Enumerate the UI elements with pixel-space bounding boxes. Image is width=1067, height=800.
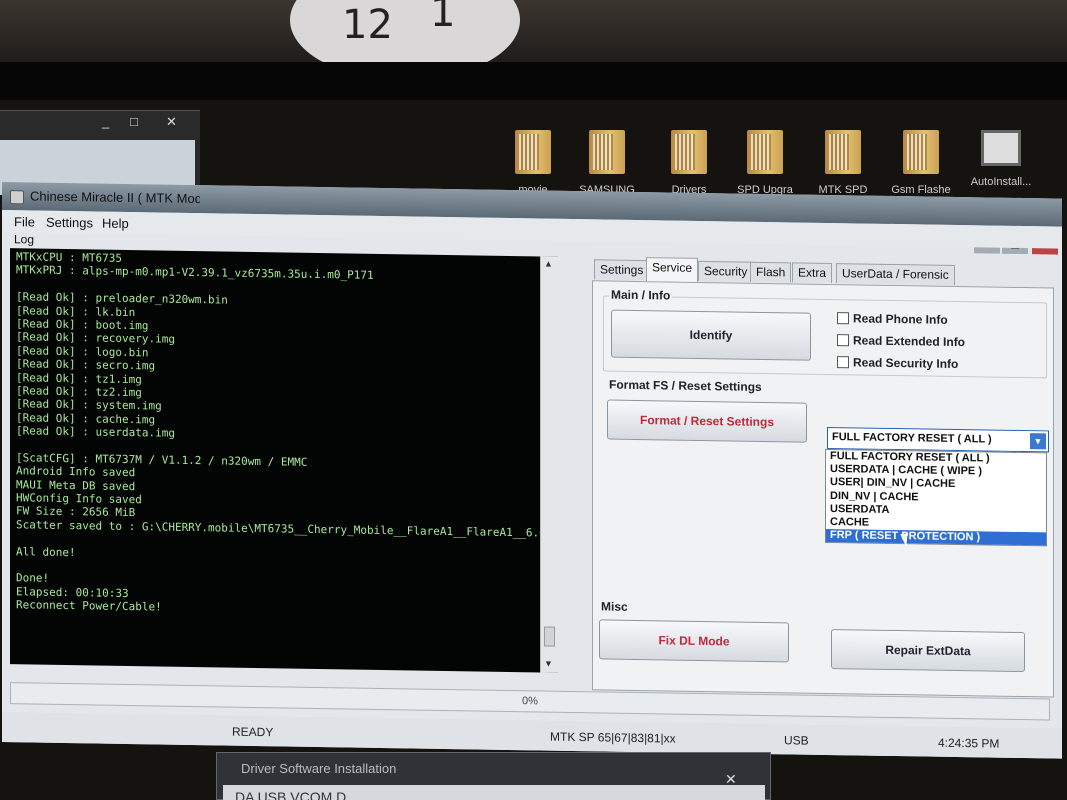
checkbox-box[interactable] [837,334,849,347]
read-security-info-checkbox[interactable]: Read Security Info [837,355,958,371]
checkbox-label: Read Security Info [853,355,959,372]
desktop-icon-label: Gsm Flashe [891,184,951,196]
app-icon [10,190,24,205]
bg-minimize-button[interactable]: _ [102,114,109,129]
app-window: Chinese Miracle II ( MTK Modu — □ ✕ File… [2,182,1062,759]
clock-numeral-12: 12 [342,2,393,48]
chevron-down-icon[interactable]: ▼ [1030,433,1046,450]
status-module: MTK SP 65|67|83|81|xx [550,729,676,746]
fix-dl-mode-button[interactable]: Fix DL Mode [599,619,789,663]
checkbox-label: Read Phone Info [853,311,948,327]
popup-title: Driver Software Installation [241,761,397,776]
identify-button[interactable]: Identify [611,309,811,361]
menu-file[interactable]: File [14,214,35,229]
desktop-icon-label: AutoInstall... [970,176,1032,188]
format-reset-button[interactable]: Format / Reset Settings [607,399,807,443]
tab-settings[interactable]: Settings [594,259,650,281]
status-port: USB [784,733,809,748]
popup-body: DA USB VCOM D... [223,785,765,800]
reset-mode-selected: FULL FACTORY RESET ( ALL ) [832,431,992,446]
tab-extra[interactable]: Extra [792,262,833,284]
scroll-up-icon[interactable]: ▲ [544,259,553,269]
monitor-icon [981,130,1021,166]
folder-icon [515,130,551,174]
folder-icon [825,130,861,174]
progress-text: 0% [522,695,538,708]
status-time: 4:24:35 PM [938,735,1000,751]
log-scrollbar[interactable]: ▲ ▼ [540,256,558,673]
checkbox-label: Read Extended Info [853,333,966,350]
service-panel: Main / Info Identify Read Phone Info Rea… [592,280,1054,698]
dropdown-option-frp[interactable]: FRP ( RESET PROTECTION ) [826,529,1046,546]
log-label: Log [14,232,35,247]
window-title: Chinese Miracle II ( MTK Modu [30,188,200,207]
main-info-title: Main / Info [609,287,673,303]
repair-extdata-button[interactable]: Repair ExtData [831,629,1025,673]
popup-device-name: DA USB VCOM D... [235,789,358,800]
background-wall [0,0,1067,70]
folder-icon [671,130,707,174]
bg-maximize-button[interactable]: □ [130,114,138,129]
folder-icon [589,130,625,174]
tab-service[interactable]: Service [646,257,699,282]
menu-settings[interactable]: Settings [46,215,93,231]
read-phone-info-checkbox[interactable]: Read Phone Info [837,311,948,327]
checkbox-box[interactable] [837,356,849,369]
monitor-bezel [0,62,1067,102]
driver-install-popup: Driver Software Installation ✕ DA USB VC… [216,752,771,800]
scroll-down-icon[interactable]: ▼ [544,659,553,669]
format-group-title: Format FS / Reset Settings [607,377,764,394]
read-extended-info-checkbox[interactable]: Read Extended Info [837,333,965,349]
tab-flash[interactable]: Flash [750,261,792,283]
clock-numeral-1: 1 [430,0,456,36]
menu-help[interactable]: Help [102,216,129,231]
tab-security[interactable]: Security [698,260,754,282]
reset-mode-dropdown: FULL FACTORY RESET ( ALL ) USERDATA | CA… [825,448,1047,547]
folder-icon [903,130,939,174]
status-state: READY [232,724,274,740]
misc-group-title: Misc [599,599,630,614]
log-console[interactable]: MTKxCPU : MT6735 MTKxPRJ : alps-mp-m0.mp… [10,248,558,673]
checkbox-box[interactable] [837,312,849,325]
tab-userdata-forensic[interactable]: UserData / Forensic [836,263,955,285]
scroll-thumb[interactable] [544,626,555,647]
folder-icon [747,130,783,174]
bg-close-button[interactable]: ✕ [166,114,177,130]
